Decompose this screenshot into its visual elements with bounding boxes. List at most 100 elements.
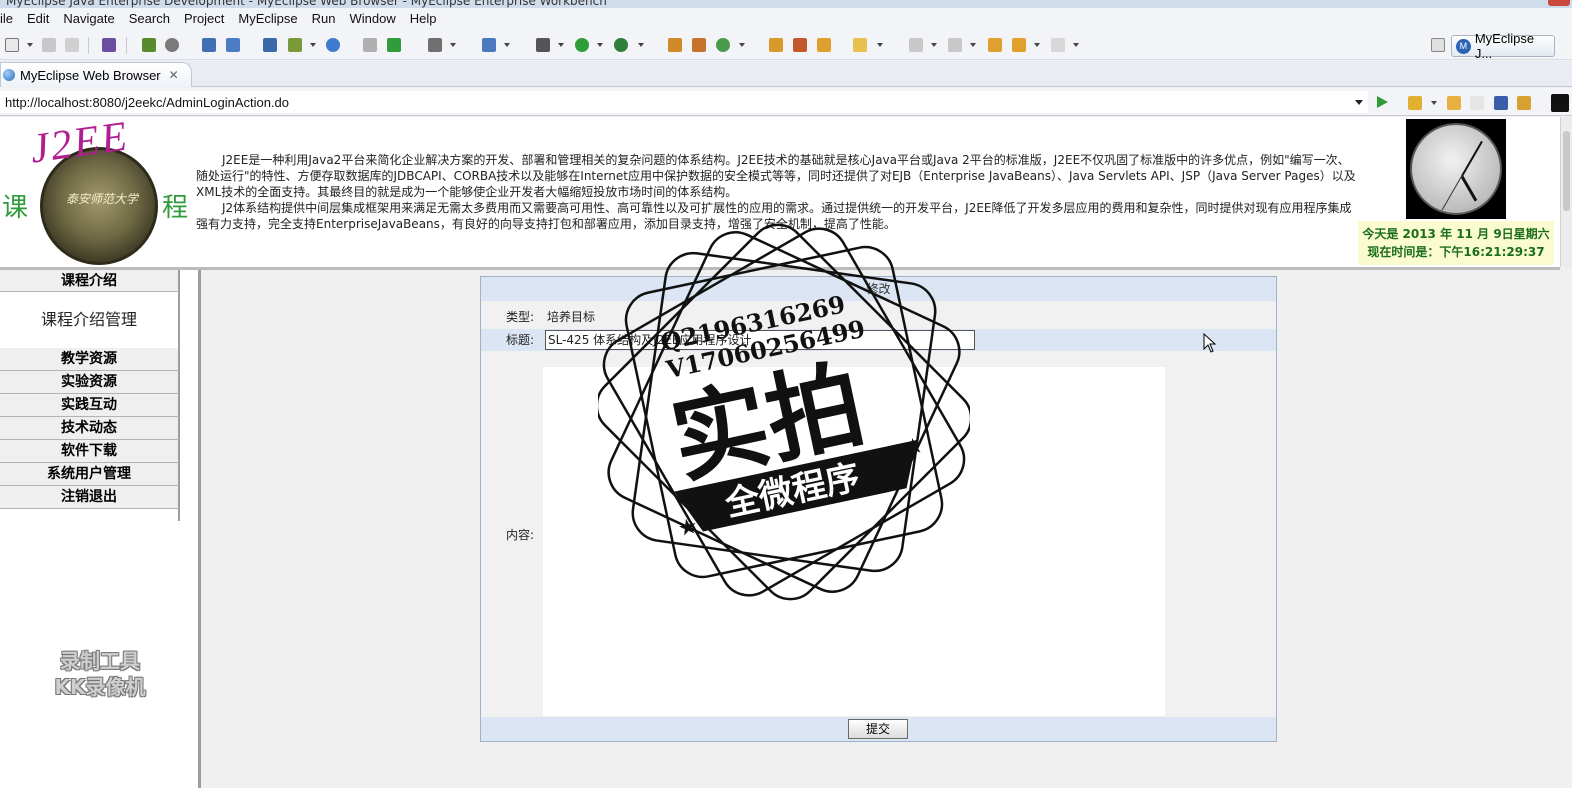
title-input[interactable]: SL-425 体系结构及J2EE应用程序设计 bbox=[545, 330, 975, 350]
date-time-box: 今天是 2013 年 11 月 9日星期六 现在时间是：下午16:21:29:3… bbox=[1358, 221, 1554, 265]
next-annotation-dropdown-icon[interactable] bbox=[931, 43, 937, 47]
browser-forward-icon[interactable] bbox=[1470, 96, 1484, 110]
nav-item-software-download[interactable]: 软件下载 bbox=[0, 440, 180, 463]
minimize-icon[interactable] bbox=[1500, 0, 1522, 6]
nav-item-user-management[interactable]: 系统用户管理 bbox=[0, 463, 180, 486]
menu-project[interactable]: Project bbox=[177, 8, 231, 30]
toolbar-separator bbox=[88, 37, 89, 54]
run-icon[interactable] bbox=[575, 38, 589, 52]
nav-item-logout[interactable]: 注销退出 bbox=[0, 486, 180, 509]
menu-run[interactable]: Run bbox=[305, 8, 343, 30]
menu-search[interactable]: Search bbox=[122, 8, 177, 30]
nav-item-practice[interactable]: 实践互动 bbox=[0, 394, 180, 417]
refresh-dropdown-icon[interactable] bbox=[739, 43, 745, 47]
new-class-icon[interactable] bbox=[482, 38, 496, 52]
menu-help[interactable]: Help bbox=[403, 8, 444, 30]
print-icon[interactable] bbox=[65, 38, 79, 52]
open-type-icon[interactable] bbox=[668, 38, 682, 52]
next-annotation-icon[interactable] bbox=[909, 38, 923, 52]
prev-annotation-icon[interactable] bbox=[948, 38, 962, 52]
perspective-button[interactable]: M MyEclipse J... bbox=[1451, 31, 1555, 61]
nav-item-teaching-resources[interactable]: 教学资源 bbox=[0, 348, 180, 371]
search-folder-icon[interactable] bbox=[853, 38, 867, 52]
folder-icon[interactable] bbox=[817, 38, 831, 52]
menu-file[interactable]: ile bbox=[0, 8, 20, 30]
back-dropdown-icon[interactable] bbox=[1034, 43, 1040, 47]
submit-button[interactable]: 提交 bbox=[848, 719, 908, 739]
menu-window[interactable]: Window bbox=[343, 8, 403, 30]
screenshot-icon[interactable] bbox=[428, 38, 442, 52]
nav-spacer bbox=[0, 509, 180, 521]
deploy-icon[interactable] bbox=[202, 38, 216, 52]
view-menu-icon[interactable] bbox=[1551, 94, 1569, 112]
run-external-icon[interactable] bbox=[614, 38, 628, 52]
content-frame: 修改 类型: 培养目标 标题: SL-425 体系结构及J2EE应用程序设计 内… bbox=[201, 270, 1560, 788]
nav-item-tech-news[interactable]: 技术动态 bbox=[0, 417, 180, 440]
page-scrollbar[interactable] bbox=[1560, 117, 1572, 267]
browser-address-bar: http://localhost:8080/j2eekc/AdminLoginA… bbox=[0, 88, 1572, 116]
package-icon[interactable] bbox=[102, 38, 116, 52]
nav-section-title[interactable]: 课程介绍 bbox=[0, 270, 180, 292]
menu-myeclipse[interactable]: MyEclipse bbox=[231, 8, 304, 30]
tab-label: MyEclipse Web Browser bbox=[20, 67, 161, 83]
analog-clock bbox=[1406, 119, 1506, 219]
favorites-icon[interactable] bbox=[1408, 96, 1422, 110]
menu-edit[interactable]: Edit bbox=[20, 8, 56, 30]
type-value: 培养目标 bbox=[547, 310, 596, 324]
debug-dropdown-icon[interactable] bbox=[558, 43, 564, 47]
search-dropdown-icon[interactable] bbox=[877, 43, 883, 47]
database-icon[interactable] bbox=[263, 38, 277, 52]
save-icon[interactable] bbox=[42, 38, 56, 52]
close-window-icon[interactable] bbox=[1548, 0, 1570, 6]
browser-refresh-icon[interactable] bbox=[1517, 96, 1531, 110]
browser-stop-icon[interactable] bbox=[1494, 96, 1508, 110]
run-dropdown-icon[interactable] bbox=[597, 43, 603, 47]
new-icon[interactable] bbox=[5, 38, 19, 52]
intro-paragraph-1: J2EE是一种利用Java2平台来简化企业解决方案的开发、部署和管理相关的复杂问… bbox=[196, 153, 1356, 199]
tab-web-browser[interactable]: MyEclipse Web Browser ✕ bbox=[0, 62, 192, 87]
go-icon[interactable] bbox=[1377, 96, 1388, 108]
clock-second-hand bbox=[1441, 175, 1463, 211]
maximize-icon[interactable] bbox=[1524, 0, 1546, 6]
content-editor[interactable] bbox=[543, 367, 1165, 716]
back-icon[interactable] bbox=[1012, 38, 1026, 52]
new-dropdown-icon[interactable] bbox=[27, 43, 33, 47]
new-jsp-icon[interactable] bbox=[288, 38, 302, 52]
nav-course-intro-manage[interactable]: 课程介绍管理 bbox=[0, 292, 180, 348]
title-bar: MyEclipse Java Enterprise Development - … bbox=[0, 0, 1572, 8]
nav-item-lab-resources[interactable]: 实验资源 bbox=[0, 371, 180, 394]
add-icon[interactable] bbox=[387, 38, 401, 52]
close-tab-icon[interactable]: ✕ bbox=[169, 68, 179, 82]
manage-deploy-icon[interactable] bbox=[226, 38, 240, 52]
open-task-icon[interactable] bbox=[692, 38, 706, 52]
open-project-icon[interactable] bbox=[769, 38, 783, 52]
prev-annotation-dropdown-icon[interactable] bbox=[970, 43, 976, 47]
url-input[interactable]: http://localhost:8080/j2eekc/AdminLoginA… bbox=[0, 91, 1368, 113]
course-intro-text: J2EE是一种利用Java2平台来简化企业解决方案的开发、部署和管理相关的复杂问… bbox=[196, 152, 1360, 232]
forward-dropdown-icon[interactable] bbox=[1073, 43, 1079, 47]
url-history-dropdown-icon[interactable] bbox=[1355, 100, 1363, 105]
external-dropdown-icon[interactable] bbox=[638, 43, 644, 47]
favorites-dropdown-icon[interactable] bbox=[1431, 101, 1437, 105]
screenshot-dropdown-icon[interactable] bbox=[450, 43, 456, 47]
class-dropdown-icon[interactable] bbox=[504, 43, 510, 47]
web-browser-icon[interactable] bbox=[326, 38, 340, 52]
refresh-icon[interactable] bbox=[716, 38, 730, 52]
perspective-label: MyEclipse J... bbox=[1474, 31, 1535, 61]
forward-icon[interactable] bbox=[1051, 38, 1065, 52]
server-icon[interactable] bbox=[165, 38, 179, 52]
jsp-dropdown-icon[interactable] bbox=[310, 43, 316, 47]
open-folder-icon[interactable] bbox=[363, 38, 377, 52]
debug-icon[interactable] bbox=[536, 38, 550, 52]
debug-server-icon[interactable] bbox=[142, 38, 156, 52]
menu-navigate[interactable]: Navigate bbox=[56, 8, 121, 30]
pin-icon[interactable] bbox=[793, 38, 807, 52]
logo-left-char: 课 bbox=[2, 193, 29, 223]
seal-text: 泰安师范大学 bbox=[65, 192, 138, 206]
window-title: MyEclipse Java Enterprise Development - … bbox=[6, 0, 607, 8]
open-perspective-icon[interactable] bbox=[1431, 38, 1445, 52]
type-label: 类型: bbox=[506, 310, 535, 324]
scrollbar-thumb[interactable] bbox=[1563, 131, 1570, 211]
browser-back-icon[interactable] bbox=[1447, 96, 1461, 110]
last-edit-icon[interactable] bbox=[988, 38, 1002, 52]
